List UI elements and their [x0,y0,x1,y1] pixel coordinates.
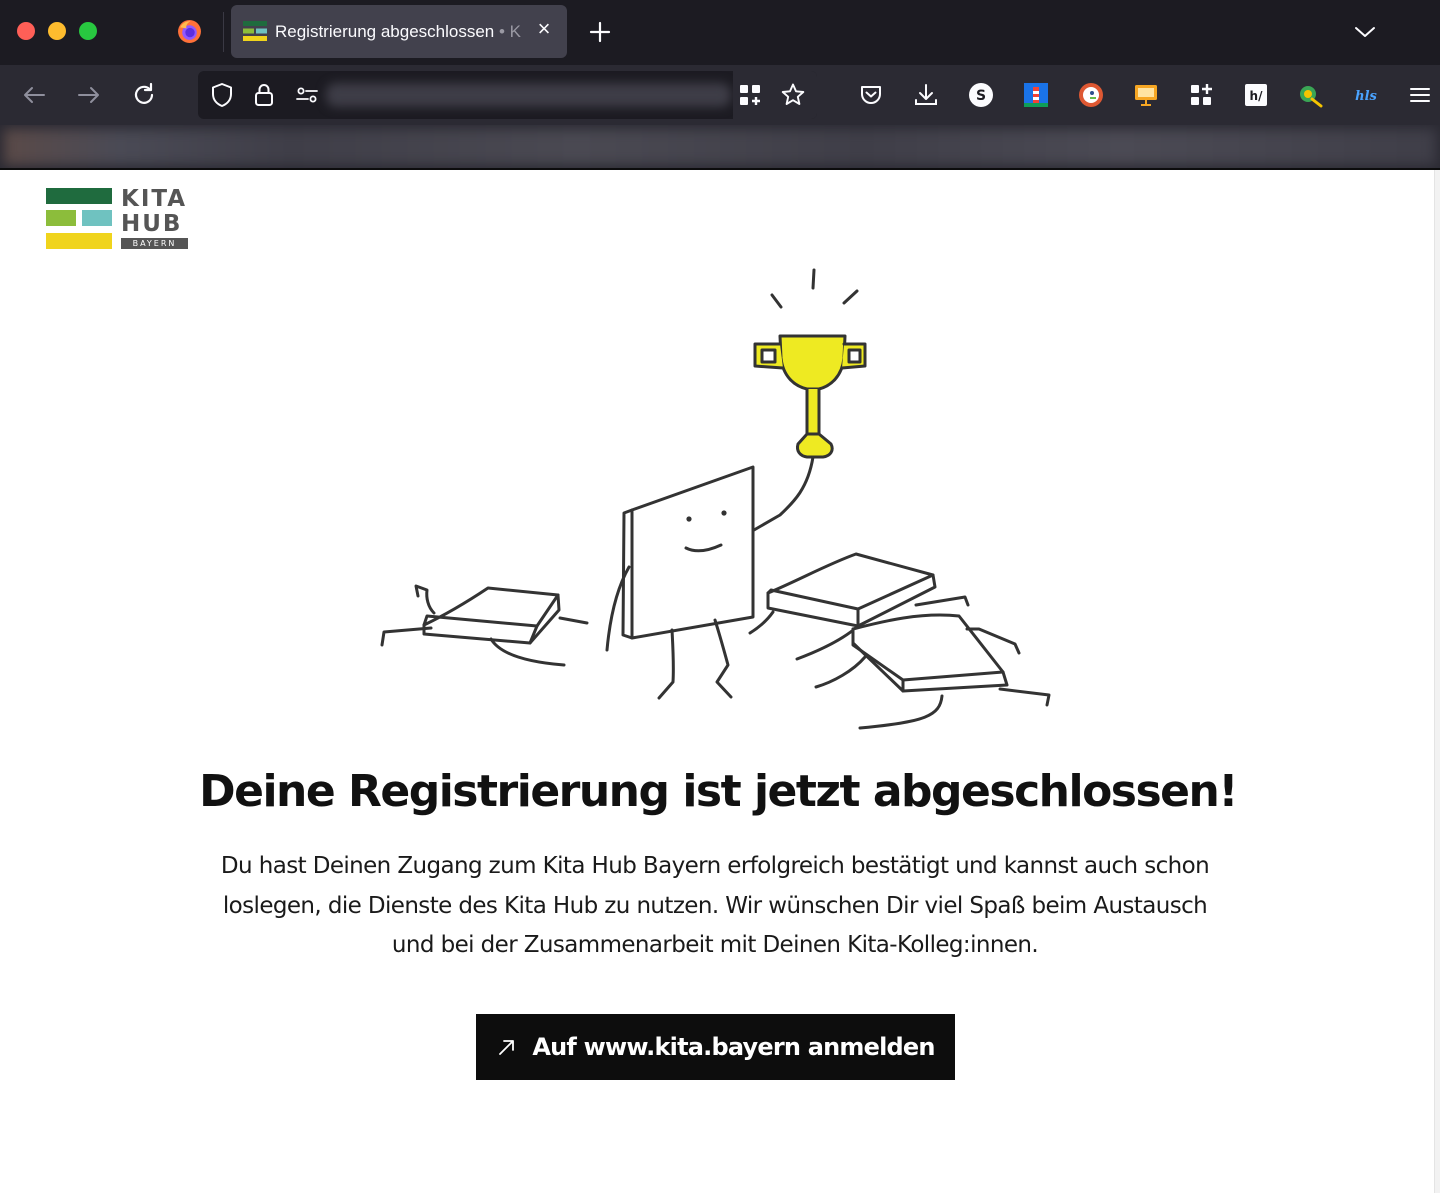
window-zoom-button[interactable] [79,22,97,40]
window-close-button[interactable] [17,22,35,40]
kita-hub-favicon-icon [243,21,267,41]
duckduckgo-icon[interactable] [1077,81,1105,109]
logo-text-kita: KITA [121,186,188,212]
extensions-grid-icon[interactable] [737,82,763,108]
character-leg-right [713,618,733,699]
external-link-arrow-icon [499,1040,515,1055]
tab-title: Registrierung abgeschlossen • K [275,22,537,42]
new-tab-icon[interactable] [586,18,614,46]
download-icon[interactable] [912,81,940,109]
navigation-toolbar: S h/ hls [0,65,1440,125]
chevron-down-icon[interactable] [1352,20,1378,44]
tab-separator [223,12,224,52]
pocket-icon[interactable] [857,81,885,109]
extension-s-icon[interactable]: S [967,81,995,109]
tab-close-icon[interactable]: × [532,17,556,41]
tile-left [380,584,589,667]
sparkle-line-right [842,289,859,305]
trophy-celebration-illustration [380,268,1051,730]
address-bar-actions [733,71,817,119]
logo-bar-yellow [46,233,112,249]
logo-bar-dark-green [46,188,112,204]
svg-text:S: S [976,88,986,104]
back-icon[interactable] [20,81,48,109]
character-arm-raised [752,455,815,532]
character-leg-left [657,628,675,700]
sparkle-line-left [770,293,783,309]
bookmarks-redacted[interactable] [4,129,1436,165]
extension-presentation-icon[interactable] [1132,81,1160,109]
address-bar[interactable] [198,71,817,119]
kita-hub-bayern-logo[interactable]: KITA HUB BAYERN [46,186,191,250]
tab-title-suffix: • K [494,22,521,41]
bookmarks-toolbar [0,125,1440,169]
logo-bar-light-green [46,210,76,226]
page-scrollbar-track[interactable] [1434,170,1440,1193]
login-button[interactable]: Auf www.kita.bayern anmelden [476,1014,955,1080]
firefox-icon[interactable] [177,19,202,44]
tab-title-text: Registrierung abgeschlossen [275,22,495,41]
character-tile [621,465,755,640]
logo-text-bayern: BAYERN [121,238,188,249]
menu-icon[interactable] [1406,81,1434,109]
window-minimize-button[interactable] [48,22,66,40]
confirmation-message: Du hast Deinen Zugang zum Kita Hub Bayer… [220,853,1210,958]
extension-lighthouse-icon[interactable] [1022,81,1050,109]
login-button-label: Auf www.kita.bayern anmelden [532,1033,935,1061]
url-text-redacted[interactable] [326,83,731,107]
character-arm-left [605,565,631,652]
extension-bird-icon[interactable] [1297,81,1325,109]
hypothesis-icon[interactable]: h/ [1242,81,1270,109]
page-content: KITA HUB BAYERN Deine Registrierung ist … [0,170,1436,1193]
logo-text-hub: HUB [121,211,183,237]
forward-icon[interactable] [75,81,103,109]
reload-icon[interactable] [130,81,158,109]
svg-text:hls: hls [1355,89,1377,104]
shield-icon[interactable] [208,81,236,109]
lock-icon[interactable] [250,81,278,109]
bookmark-star-icon[interactable] [779,81,807,109]
extension-hls-icon[interactable]: hls [1352,81,1380,109]
logo-bar-teal [82,210,112,226]
page-headline: Deine Registrierung ist jetzt abgeschlos… [199,766,1238,817]
permissions-icon[interactable] [293,81,321,109]
tab-bar: Registrierung abgeschlossen • K × [0,0,1440,65]
add-extensions-icon[interactable] [1187,81,1215,109]
svg-text:h/: h/ [1250,89,1264,103]
trophy-icon [753,334,867,459]
sparkle-line-top [811,268,816,290]
active-tab[interactable]: Registrierung abgeschlossen • K × [231,5,567,58]
